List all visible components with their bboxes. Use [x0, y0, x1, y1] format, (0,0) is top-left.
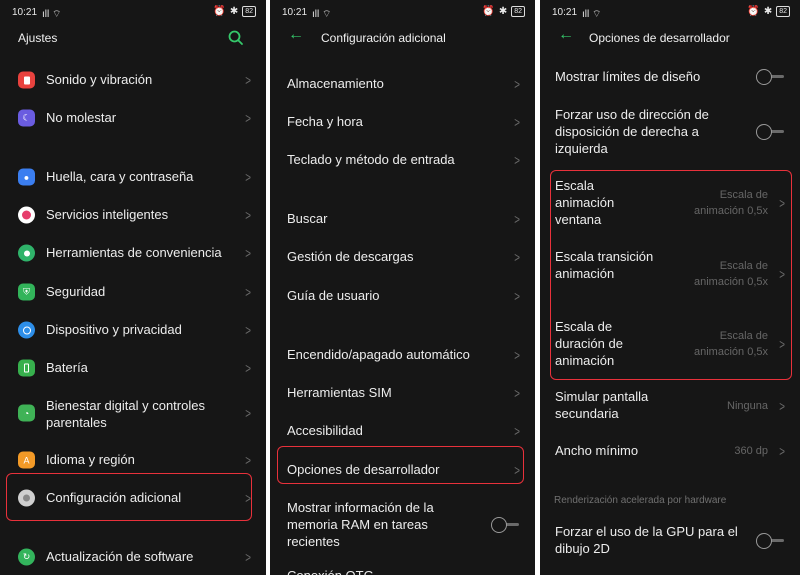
battery-status-icon: 82	[776, 6, 790, 17]
layout-bounds-toggle[interactable]	[756, 69, 784, 85]
chevron-right-icon: >	[245, 72, 251, 88]
menu-item-user-guide[interactable]: Guía de usuario >	[270, 278, 535, 314]
chevron-right-icon: >	[514, 211, 520, 227]
chevron-right-icon: >	[245, 245, 251, 261]
chevron-right-icon: >	[514, 423, 520, 439]
status-time: 10:21	[12, 7, 38, 18]
menu-item-ram-info[interactable]: Mostrar información de la memoria RAM en…	[270, 496, 535, 554]
settings-item-security[interactable]: ⛨ Seguridad >	[0, 274, 266, 310]
alarm-icon: ⏰	[482, 6, 495, 17]
chevron-right-icon: >	[514, 76, 520, 92]
highlight-box	[277, 446, 524, 484]
additional-settings-screen: 10:21 ıll ⌔ ⏰ ✱ 82 ← Configuración adici…	[270, 0, 535, 575]
option-min-width[interactable]: Ancho mínimo 360 dp >	[540, 433, 800, 469]
settings-item-software-update[interactable]: ↻ Actualización de software >	[0, 539, 266, 575]
alarm-icon: ⏰	[747, 6, 760, 17]
bluetooth-icon: ✱	[229, 6, 239, 17]
shield-icon: ⛨	[18, 283, 35, 301]
wellbeing-icon: ◔	[18, 404, 35, 422]
page-title: Ajustes	[18, 31, 58, 45]
chevron-right-icon: >	[514, 249, 520, 265]
page-title: Opciones de desarrollador	[589, 31, 730, 45]
search-icon[interactable]	[226, 28, 246, 48]
status-time: 10:21	[282, 7, 308, 18]
signal-wifi-icon: ıll ⌔	[42, 9, 62, 20]
chevron-right-icon: >	[245, 284, 251, 300]
screenshot-collage: 10:21 ıll ⌔ ⏰ ✱ 82 Ajustes Sonido y vibr…	[0, 0, 800, 575]
chevron-right-icon: >	[245, 169, 251, 185]
developer-options-screen: 10:21 ıll ⌔ ⏰ ✱ 82 ← Opciones de desarro…	[540, 0, 800, 575]
sound-icon	[18, 71, 35, 89]
settings-screen: 10:21 ıll ⌔ ⏰ ✱ 82 Ajustes Sonido y vibr…	[0, 0, 266, 575]
ram-info-toggle[interactable]	[491, 517, 519, 533]
status-time: 10:21	[552, 7, 578, 18]
back-arrow-icon[interactable]: ←	[558, 26, 574, 44]
status-bar: 10:21 ıll ⌔ ⏰ ✱ 82	[12, 6, 256, 20]
chevron-right-icon: >	[245, 452, 251, 468]
option-secondary-display[interactable]: Simular pantalla secundaria Ninguna >	[540, 388, 800, 424]
menu-item-otg[interactable]: Conexión OTG	[270, 564, 535, 575]
menu-item-date-time[interactable]: Fecha y hora >	[270, 104, 535, 140]
additional-settings-header: ← Configuración adicional	[270, 24, 535, 52]
settings-item-battery[interactable]: Batería >	[0, 350, 266, 386]
fingerprint-icon: ●	[18, 168, 35, 186]
battery-icon	[18, 359, 35, 377]
chevron-right-icon: >	[779, 443, 785, 459]
settings-item-smart-services[interactable]: Servicios inteligentes >	[0, 197, 266, 233]
chevron-right-icon: >	[245, 549, 251, 565]
menu-item-accessibility[interactable]: Accesibilidad >	[270, 413, 535, 449]
menu-item-auto-power[interactable]: Encendido/apagado automático >	[270, 337, 535, 373]
chevron-right-icon: >	[245, 207, 251, 223]
back-arrow-icon[interactable]: ←	[288, 26, 304, 44]
battery-status-icon: 82	[242, 6, 256, 17]
battery-status-icon: 82	[511, 6, 525, 17]
menu-item-storage[interactable]: Almacenamiento >	[270, 66, 535, 102]
privacy-icon	[18, 321, 35, 339]
alarm-icon: ⏰	[213, 6, 226, 17]
menu-item-keyboard[interactable]: Teclado y método de entrada >	[270, 142, 535, 178]
developer-options-header: ← Opciones de desarrollador	[540, 24, 800, 52]
settings-item-do-not-disturb[interactable]: ☾ No molestar >	[0, 100, 266, 136]
settings-header: Ajustes	[0, 24, 266, 52]
chevron-right-icon: >	[245, 360, 251, 376]
chevron-right-icon: >	[514, 152, 520, 168]
smart-services-icon	[18, 206, 35, 224]
chevron-right-icon: >	[514, 114, 520, 130]
menu-item-search[interactable]: Buscar >	[270, 201, 535, 237]
settings-item-wellbeing[interactable]: ◔ Bienestar digital y controles parental…	[0, 391, 266, 435]
settings-item-sound[interactable]: Sonido y vibración >	[0, 62, 266, 98]
signal-wifi-icon: ıll ⌔	[582, 9, 602, 20]
update-icon: ↻	[18, 548, 35, 566]
section-header-hardware-rendering: Renderización acelerada por hardware	[554, 495, 727, 506]
force-gpu-toggle[interactable]	[756, 533, 784, 549]
page-title: Configuración adicional	[321, 31, 446, 45]
language-icon: A	[18, 451, 35, 469]
option-force-gpu[interactable]: Forzar el uso de la GPU para el dibujo 2…	[540, 521, 800, 561]
chevron-right-icon: >	[245, 322, 251, 338]
settings-item-privacy[interactable]: Dispositivo y privacidad >	[0, 312, 266, 348]
chevron-right-icon: >	[779, 398, 785, 414]
option-rtl-layout[interactable]: Forzar uso de dirección de disposición d…	[540, 104, 800, 160]
status-bar: 10:21 ıll ⌔ ⏰ ✱ 82	[282, 6, 525, 20]
signal-wifi-icon: ıll ⌔	[312, 9, 332, 20]
menu-item-downloads[interactable]: Gestión de descargas >	[270, 239, 535, 275]
chevron-right-icon: >	[245, 405, 251, 421]
bluetooth-icon: ✱	[498, 6, 508, 17]
settings-item-convenience-tools[interactable]: Herramientas de conveniencia >	[0, 235, 266, 271]
moon-icon: ☾	[18, 109, 35, 127]
rtl-layout-toggle[interactable]	[756, 124, 784, 140]
chevron-right-icon: >	[245, 110, 251, 126]
highlight-box	[550, 170, 792, 380]
highlight-box	[6, 473, 252, 521]
chevron-right-icon: >	[514, 385, 520, 401]
convenience-tools-icon	[18, 244, 35, 262]
option-layout-bounds[interactable]: Mostrar límites de diseño	[540, 59, 800, 95]
status-bar: 10:21 ıll ⌔ ⏰ ✱ 82	[552, 6, 790, 20]
bluetooth-icon: ✱	[763, 6, 773, 17]
chevron-right-icon: >	[514, 347, 520, 363]
settings-item-fingerprint[interactable]: ● Huella, cara y contraseña >	[0, 159, 266, 195]
chevron-right-icon: >	[514, 288, 520, 304]
menu-item-sim-tools[interactable]: Herramientas SIM >	[270, 375, 535, 411]
